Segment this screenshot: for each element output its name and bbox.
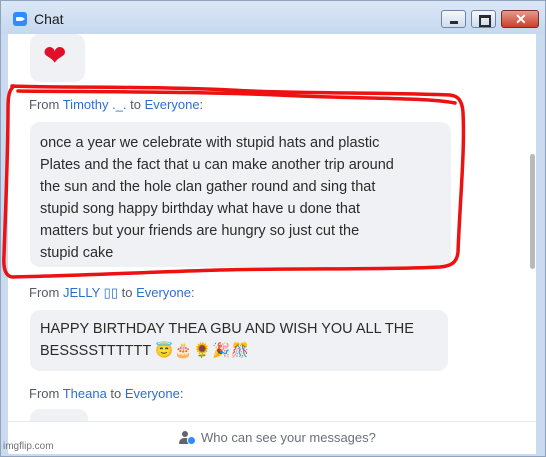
chat-footer: Who can see your messages?	[8, 421, 536, 454]
scrollbar-thumb[interactable]	[530, 154, 535, 269]
person-question-icon	[178, 431, 196, 445]
message-line: the sun and the hole clan gather round a…	[40, 179, 376, 195]
who-can-see-link[interactable]: Who can see your messages?	[201, 430, 376, 445]
message-bubble	[30, 409, 88, 421]
recipient-name[interactable]: Everyone	[136, 285, 191, 300]
message-line: once a year we celebrate with stupid hat…	[40, 135, 380, 151]
window-title: Chat	[34, 11, 64, 27]
message-line: matters but your friends are hungry so j…	[40, 223, 360, 239]
emoji-group: 😇🎂🌻🎉🎊	[154, 343, 251, 359]
maximize-button[interactable]	[471, 10, 496, 28]
message-line: stupid song happy birthday what have u d…	[40, 201, 361, 217]
title-bar[interactable]: Chat ✕	[1, 1, 545, 34]
message-header: From JELLY ▯▯ to Everyone:	[29, 285, 195, 300]
recipient-name[interactable]: Everyone	[125, 386, 180, 401]
message-bubble: HAPPY BIRTHDAY THEA GBU AND WISH YOU ALL…	[30, 310, 448, 371]
sender-name[interactable]: Theana	[63, 386, 107, 401]
message-line: stupid cake	[40, 245, 114, 261]
minimize-icon	[450, 21, 458, 24]
recipient-name[interactable]: Everyone	[145, 97, 200, 112]
zoom-app-icon	[13, 12, 27, 26]
message-line: BESSSSTTTTTT 😇🎂🌻🎉🎊	[40, 343, 251, 359]
chat-messages-panel[interactable]: ❤ From Timothy ._. to Everyone: once a y…	[8, 34, 536, 421]
sender-name[interactable]: Timothy ._.	[63, 97, 127, 112]
message-bubble: once a year we celebrate with stupid hat…	[30, 122, 451, 267]
maximize-icon	[479, 15, 491, 27]
message-line: Plates and the fact that u can make anot…	[40, 157, 394, 173]
close-button[interactable]: ✕	[501, 10, 539, 28]
close-icon: ✕	[515, 11, 527, 27]
message-bubble-heart: ❤	[30, 34, 85, 82]
message-header: From Timothy ._. to Everyone:	[29, 97, 204, 112]
message-line: HAPPY BIRTHDAY THEA GBU AND WISH YOU ALL…	[40, 321, 414, 337]
heart-icon: ❤	[43, 40, 67, 71]
sender-name[interactable]: JELLY ▯▯	[63, 285, 118, 300]
minimize-button[interactable]	[441, 10, 466, 28]
watermark: imgflip.com	[3, 441, 54, 452]
message-header: From Theana to Everyone:	[29, 386, 184, 401]
